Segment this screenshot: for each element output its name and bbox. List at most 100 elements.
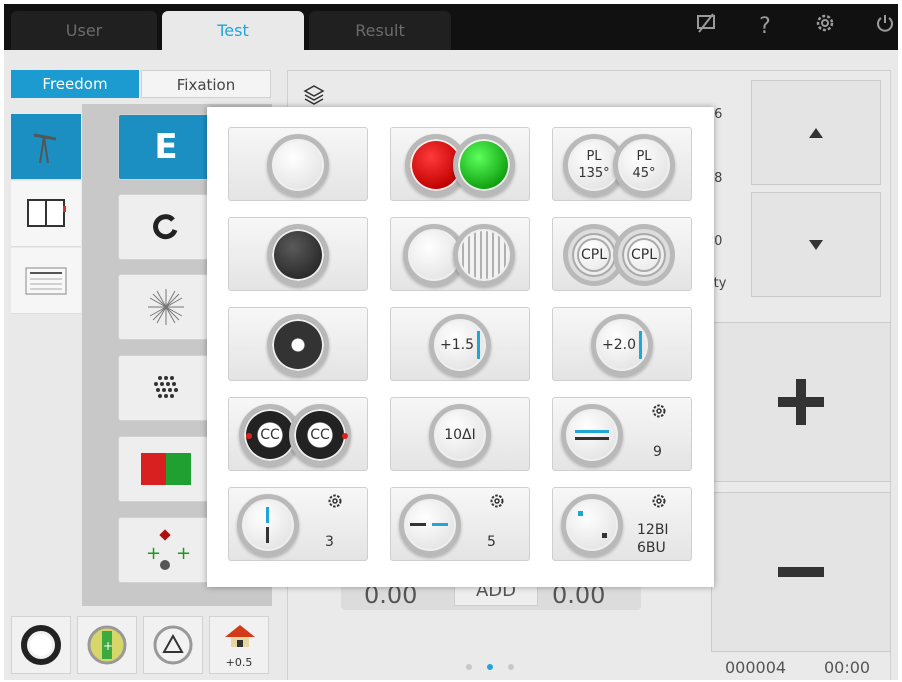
green-lens-icon: + xyxy=(87,625,127,665)
open-lens-button[interactable] xyxy=(228,127,368,201)
pl-45-label: PL 45° xyxy=(613,134,675,196)
svg-text:+: + xyxy=(146,543,161,564)
pinhole-button[interactable] xyxy=(228,307,368,381)
occluder-button[interactable] xyxy=(11,616,71,674)
pager-dot-1[interactable] xyxy=(466,664,472,670)
top-bar: User Test Result ? xyxy=(4,4,898,50)
dash-line-icon xyxy=(399,494,461,556)
green-filter-icon xyxy=(453,134,515,196)
blue-marker xyxy=(639,331,642,359)
gear-icon[interactable] xyxy=(651,403,667,419)
astigmatism-clock-option[interactable] xyxy=(118,274,214,340)
cross-cylinder-button[interactable]: CC CC xyxy=(228,397,368,471)
home-icon xyxy=(225,625,255,647)
minus-icon xyxy=(778,567,824,577)
dot-cluster-icon xyxy=(154,376,178,398)
occluder-ring-icon xyxy=(21,625,61,665)
plus-icon xyxy=(778,379,824,425)
minus-button[interactable] xyxy=(711,492,891,652)
lens-plus-button[interactable]: + xyxy=(77,616,137,674)
gear-icon[interactable] xyxy=(489,493,505,509)
prism-10-button[interactable]: 10ΔI xyxy=(390,397,530,471)
cc-red-dot xyxy=(342,433,348,439)
occluder-lens-button[interactable] xyxy=(228,217,368,291)
landolt-c-option[interactable] xyxy=(118,194,214,260)
settings-icon[interactable] xyxy=(810,12,840,42)
maddox-lens-button[interactable] xyxy=(390,217,530,291)
prism-combo-button[interactable]: 12BI 6BU xyxy=(552,487,692,561)
status-code: 000004 xyxy=(725,658,787,677)
blue-marker xyxy=(477,331,480,359)
prism-6bu-label: 6BU xyxy=(637,540,666,556)
projector-icon xyxy=(33,133,57,163)
dash-count: 5 xyxy=(487,534,496,550)
dot-cluster-option[interactable] xyxy=(118,355,214,421)
cc-left-text: CC xyxy=(260,426,280,443)
polarized-lens-button[interactable]: PL 135° PL 45° xyxy=(552,127,692,201)
plus-2-0-lens-button[interactable]: +2.0 xyxy=(552,307,692,381)
help-icon[interactable]: ? xyxy=(750,12,780,42)
plus-1-5-label: +1.5 xyxy=(429,314,491,376)
newspaper-icon xyxy=(25,267,67,294)
svg-text:+: + xyxy=(176,543,191,564)
arrow-up-icon xyxy=(809,127,823,138)
red-green-chart-option[interactable] xyxy=(118,436,214,502)
down-button[interactable] xyxy=(751,192,881,297)
cross-dots-icon: + + xyxy=(146,529,191,570)
prism-12bi-label: 12BI xyxy=(637,522,669,538)
cpl-right-label: CPL xyxy=(613,224,675,286)
pager-dot-2[interactable] xyxy=(487,664,493,670)
striped-lens-icon xyxy=(453,224,515,286)
plus-1-5-text: +1.5 xyxy=(440,336,474,353)
book-icon xyxy=(27,198,66,227)
app-frame: User Test Result ? Freedom Fixation E + … xyxy=(4,4,898,680)
gear-icon[interactable] xyxy=(651,493,667,509)
red-green-filter-button[interactable] xyxy=(390,127,530,201)
home-button[interactable]: +0.5 xyxy=(209,616,269,674)
prism-dots-icon xyxy=(561,494,623,556)
tab-test[interactable]: Test xyxy=(162,11,304,50)
freedom-tab[interactable]: Freedom xyxy=(11,70,139,98)
power-icon[interactable] xyxy=(870,12,898,42)
cross-dots-option[interactable]: + + xyxy=(118,517,214,583)
occluder-lens-icon xyxy=(267,224,329,286)
vertical-line-button[interactable]: 3 xyxy=(228,487,368,561)
open-lens-icon xyxy=(267,134,329,196)
auxiliary-lens-popup: PL 135° PL 45° CPL CPL +1.5 +2.0 CC CC 1… xyxy=(207,107,714,587)
screen-off-icon[interactable] xyxy=(691,12,721,42)
svg-text:+: + xyxy=(103,639,113,653)
horizontal-lines-icon xyxy=(561,404,623,466)
prism-icon xyxy=(153,625,193,665)
status-time: 00:00 xyxy=(824,658,871,677)
cross-cylinder-polarized-button[interactable]: CPL CPL xyxy=(552,217,692,291)
red-green-chart-icon xyxy=(141,453,191,485)
plus-2-0-label: +2.0 xyxy=(591,314,653,376)
prism-button[interactable] xyxy=(143,616,203,674)
plus-button[interactable] xyxy=(711,322,891,482)
up-button[interactable] xyxy=(751,80,881,185)
pinhole-icon xyxy=(267,314,329,376)
cc-right-text: CC xyxy=(310,426,330,443)
plus-2-0-text: +2.0 xyxy=(602,336,636,353)
gear-icon[interactable] xyxy=(327,493,343,509)
tab-user[interactable]: User xyxy=(11,11,157,50)
landolt-c-icon xyxy=(153,214,178,240)
near-card-button[interactable] xyxy=(11,181,81,247)
plus-1-5-lens-button[interactable]: +1.5 xyxy=(390,307,530,381)
dash-line-button[interactable]: 5 xyxy=(390,487,530,561)
pager-dot-3[interactable] xyxy=(508,664,514,670)
home-plus-label: +0.5 xyxy=(225,656,253,669)
arrow-down-icon xyxy=(809,239,823,250)
tab-result[interactable]: Result xyxy=(309,11,451,50)
clock-dial-icon xyxy=(148,289,184,325)
e-chart-option[interactable]: E xyxy=(118,114,214,180)
horizontal-count: 9 xyxy=(653,444,662,460)
fixation-tab[interactable]: Fixation xyxy=(141,70,271,98)
newspaper-button[interactable] xyxy=(11,248,81,314)
horizontal-maddox-button[interactable]: 9 xyxy=(552,397,692,471)
layers-icon[interactable] xyxy=(302,83,326,107)
projector-button[interactable] xyxy=(11,114,81,180)
vertical-line-icon xyxy=(237,494,299,556)
prism-10-label: 10ΔI xyxy=(429,404,491,466)
cc-red-dot xyxy=(246,433,252,439)
